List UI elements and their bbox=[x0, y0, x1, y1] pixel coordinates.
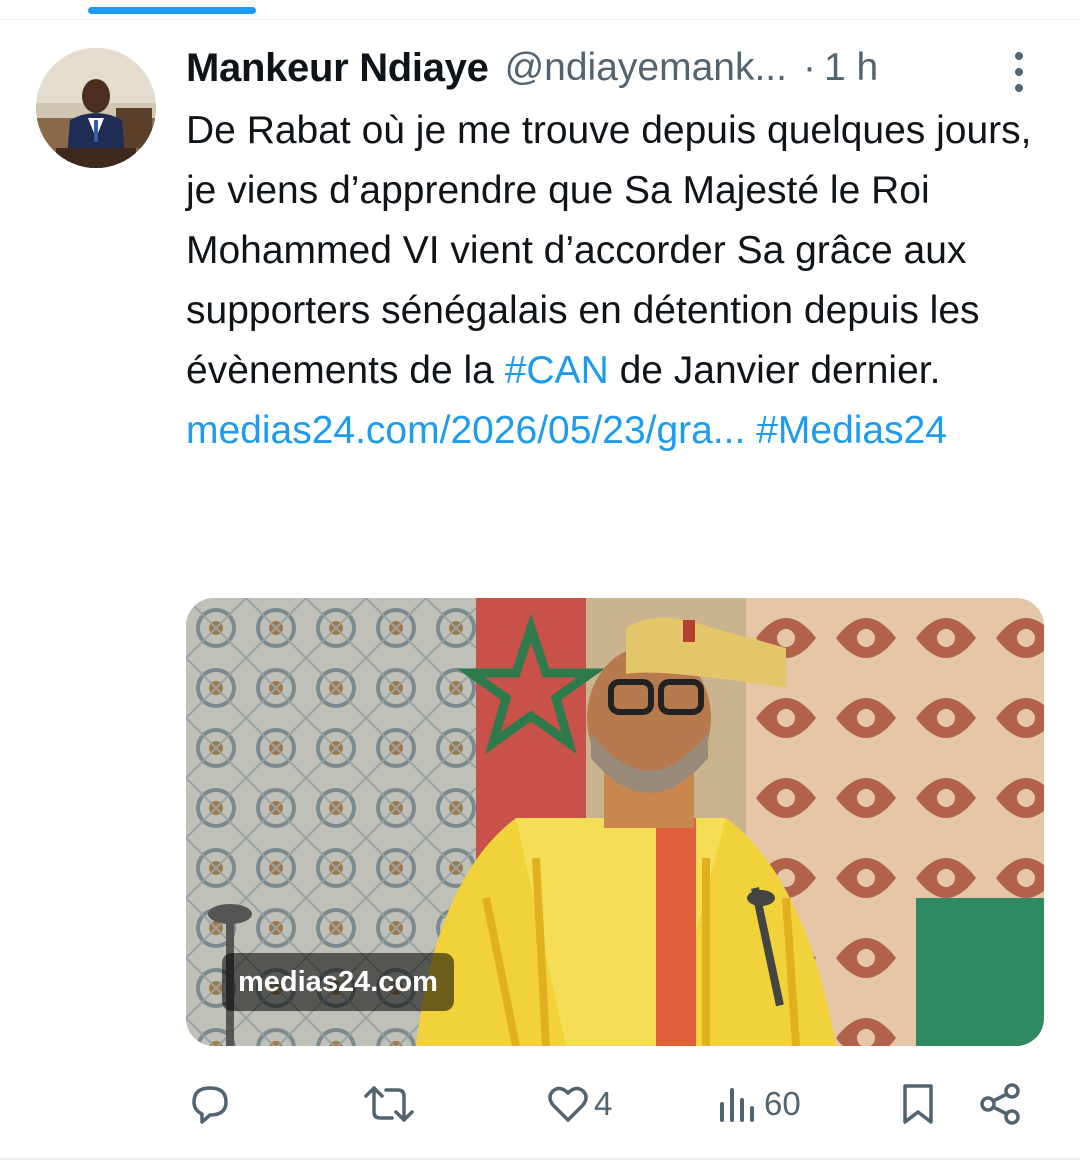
like-button[interactable]: 4 bbox=[546, 1076, 612, 1132]
hashtag-can[interactable]: #CAN bbox=[505, 349, 609, 392]
views-button[interactable]: 60 bbox=[716, 1076, 801, 1132]
views-count: 60 bbox=[764, 1085, 801, 1122]
like-count: 4 bbox=[594, 1085, 613, 1122]
share-icon bbox=[980, 1083, 1020, 1125]
top-indicator-bar bbox=[88, 7, 256, 14]
hashtag-medias24[interactable]: #Medias24 bbox=[756, 409, 947, 452]
divider bbox=[0, 19, 1080, 20]
more-options-icon[interactable] bbox=[1006, 52, 1032, 92]
heart-icon bbox=[548, 1086, 588, 1122]
timestamp[interactable]: 1 h bbox=[824, 46, 878, 90]
divider bbox=[0, 1158, 1080, 1160]
author-handle[interactable]: @ndiayemank... bbox=[505, 46, 787, 90]
retweet-button[interactable] bbox=[362, 1076, 416, 1132]
media-card[interactable]: medias24.com bbox=[186, 598, 1044, 1046]
article-link[interactable]: medias24.com/2026/05/23/gra... bbox=[186, 409, 745, 452]
author-name[interactable]: Mankeur Ndiaye bbox=[186, 46, 489, 91]
avatar[interactable] bbox=[36, 48, 156, 168]
bookmark-icon bbox=[903, 1084, 933, 1124]
media-source-label: medias24.com bbox=[222, 953, 454, 1011]
tweet-header: Mankeur Ndiaye @ndiayemank... · 1 h bbox=[186, 40, 1056, 96]
tweet-actions: 4 60 bbox=[186, 1076, 1036, 1132]
tweet: Mankeur Ndiaye @ndiayemank... · 1 h De R… bbox=[186, 40, 1056, 461]
reply-icon bbox=[192, 1086, 228, 1124]
tweet-text-part: de Janvier dernier. bbox=[608, 349, 941, 392]
views-icon bbox=[720, 1088, 754, 1122]
reply-button[interactable] bbox=[188, 1076, 232, 1132]
share-button[interactable] bbox=[978, 1076, 1022, 1132]
tweet-text: De Rabat où je me trouve depuis quelques… bbox=[186, 101, 1046, 461]
retweet-icon bbox=[364, 1086, 414, 1122]
bookmark-button[interactable] bbox=[896, 1076, 940, 1132]
separator-dot: · bbox=[802, 46, 816, 89]
